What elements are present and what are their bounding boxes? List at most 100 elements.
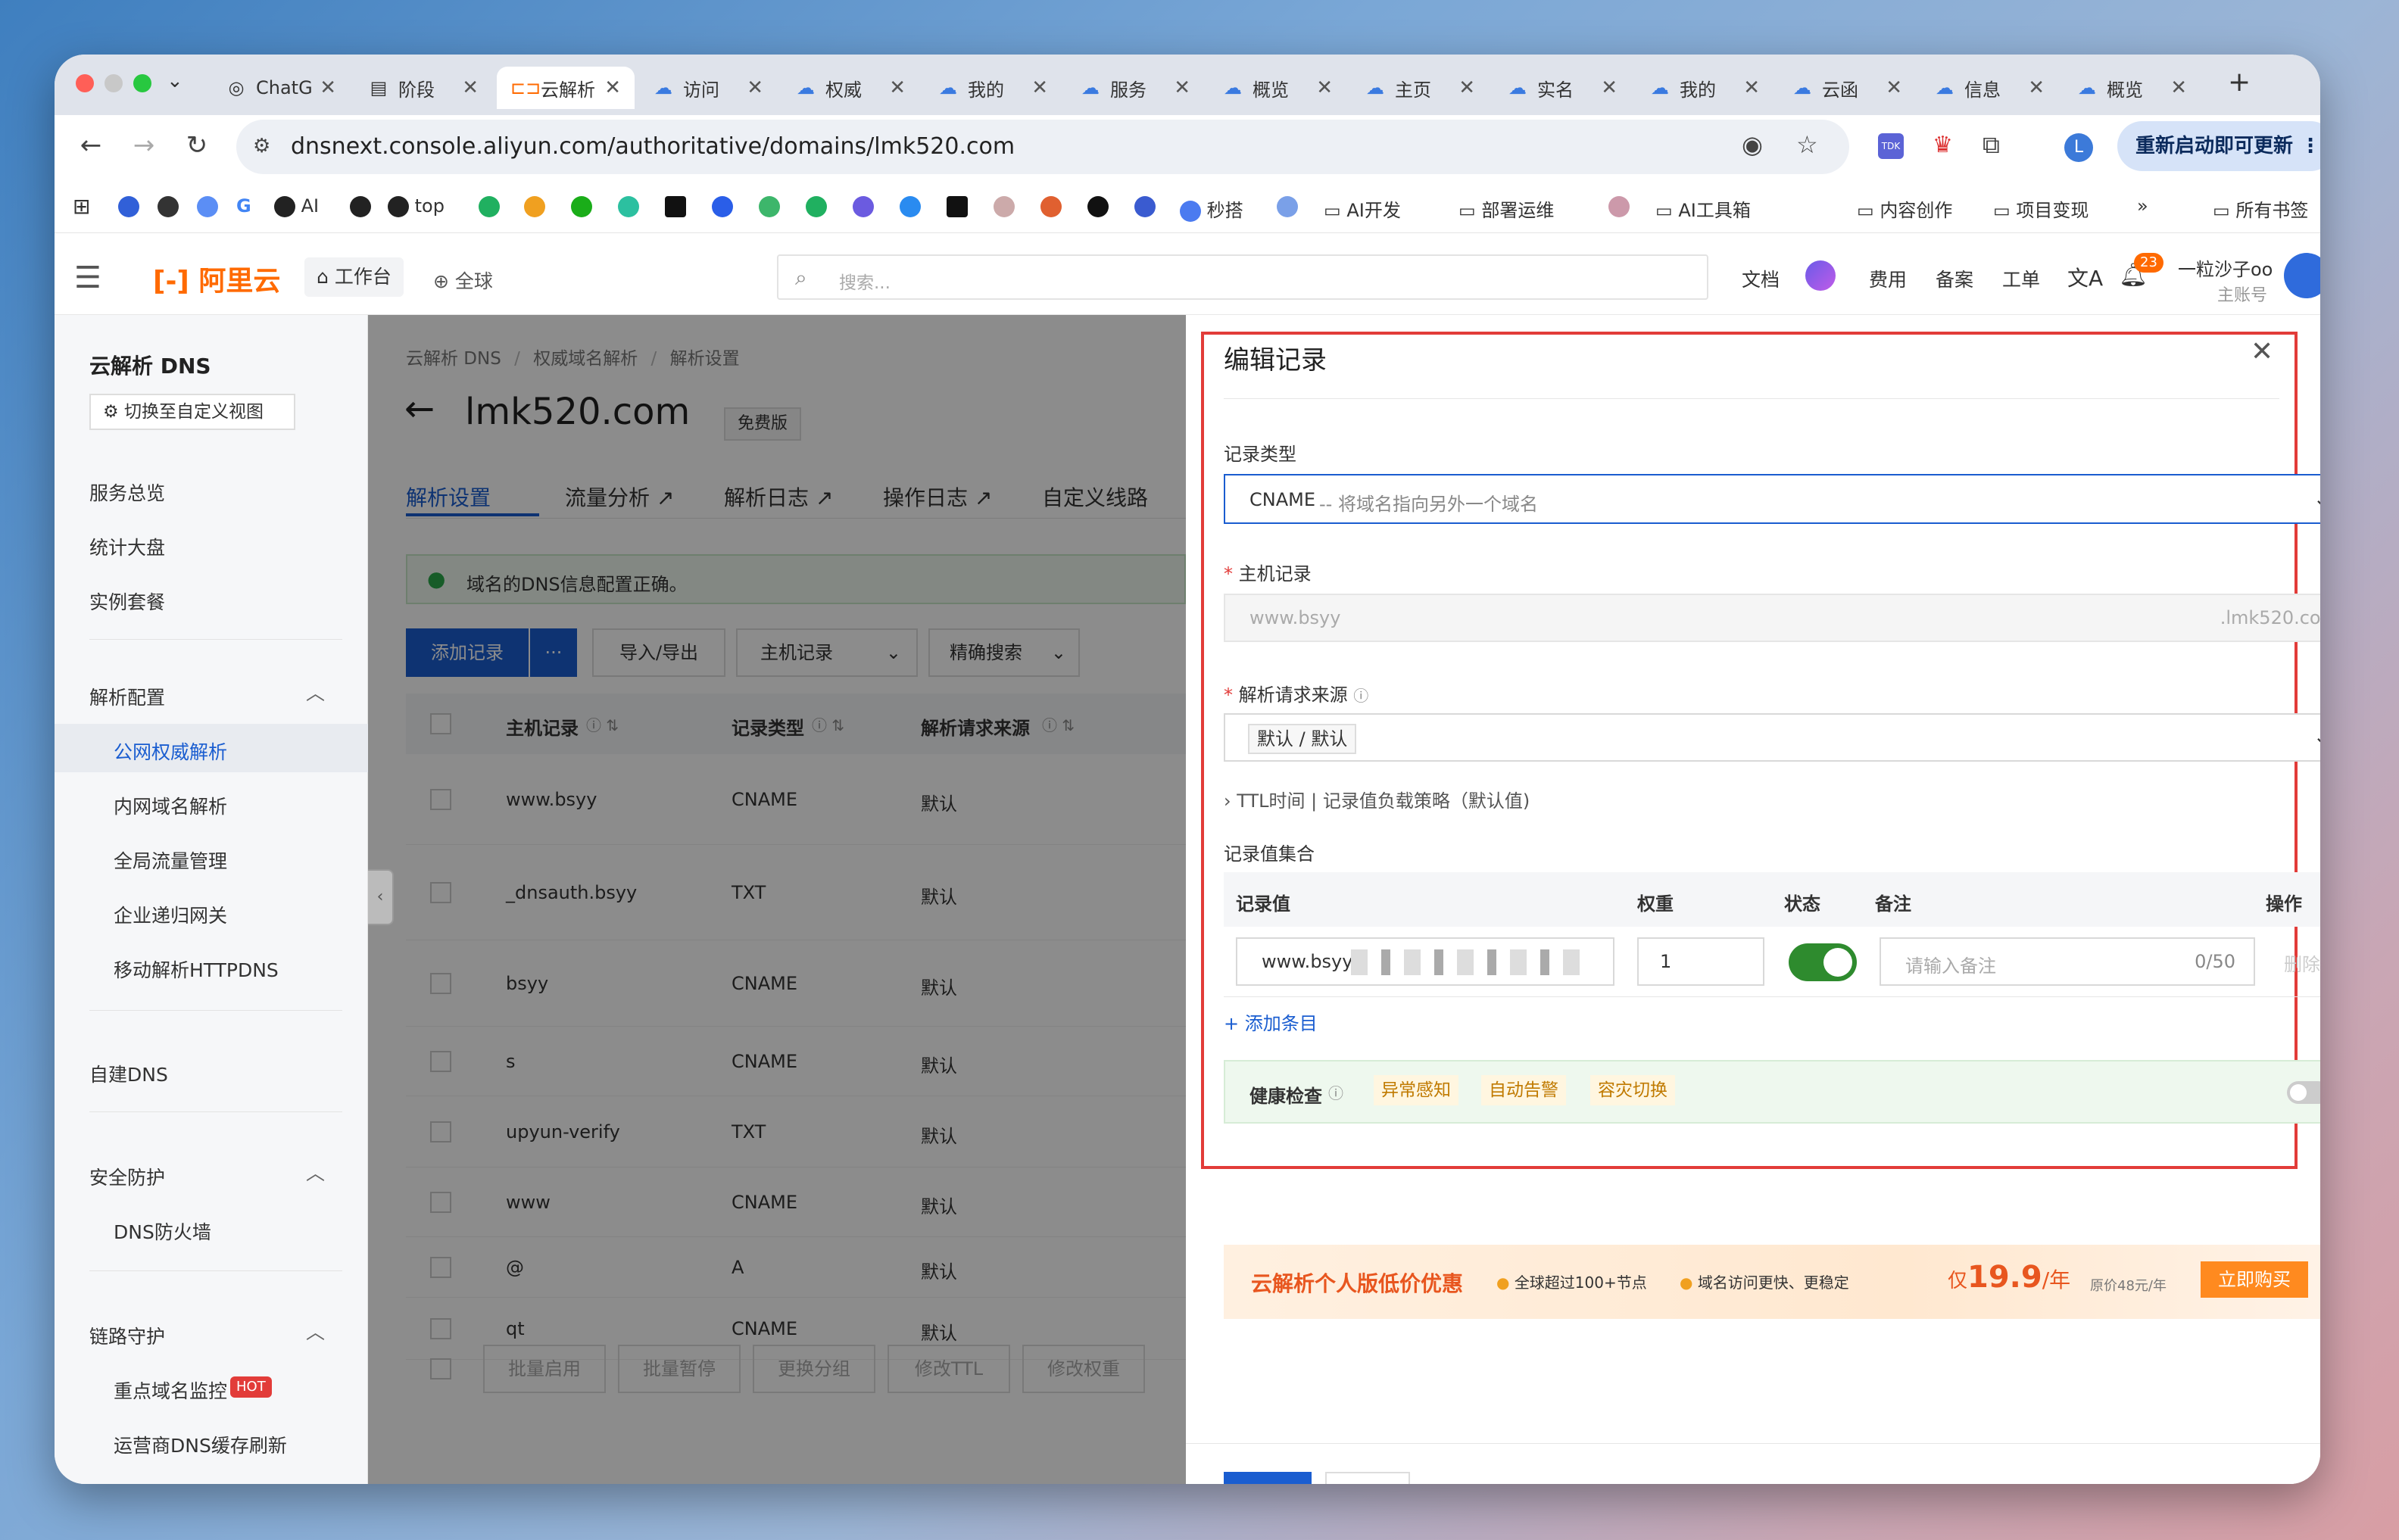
add-entry-button[interactable]: + 添加条目 <box>1224 1008 1318 1035</box>
eye-off-icon[interactable]: ◉ <box>1742 130 1763 159</box>
ai-assistant-icon[interactable] <box>1805 260 1836 291</box>
header-link-docs[interactable]: 文档 <box>1742 265 1780 292</box>
tab-close-icon[interactable]: ✕ <box>1886 76 1902 99</box>
tab-4[interactable]: ☁ 权威 ✕ <box>781 67 919 109</box>
bookmark-folder-content[interactable]: ▭ 内容创作 <box>1857 195 1952 222</box>
sidebar-item-private-zone[interactable]: 内网域名解析 <box>114 792 227 819</box>
reload-button[interactable]: ↻ <box>179 130 215 161</box>
bookmark-z[interactable] <box>350 195 371 217</box>
status-toggle[interactable] <box>1789 943 1857 981</box>
bookmark-blue[interactable] <box>712 195 733 217</box>
tab-close-icon[interactable]: ✕ <box>1601 76 1618 99</box>
tab-close-icon[interactable]: ✕ <box>604 76 621 99</box>
tab-close-icon[interactable]: ✕ <box>1458 76 1475 99</box>
header-link-ticket[interactable]: 工单 <box>2002 265 2040 292</box>
bookmark-google[interactable]: G <box>236 195 251 217</box>
sidebar-group-config[interactable]: 解析配置 <box>89 683 165 710</box>
bookmark-folder-ai-dev[interactable]: ▭ AI开发 <box>1324 195 1401 222</box>
aliyun-logo[interactable]: [-] 阿里云 <box>153 259 280 298</box>
bookmark-avatar2[interactable] <box>1608 195 1630 217</box>
tab-close-icon[interactable]: ✕ <box>1743 76 1760 99</box>
tab-13[interactable]: ☁ 概览 ✕ <box>2063 67 2201 109</box>
tab-12[interactable]: ☁ 信息 ✕ <box>1920 67 2058 109</box>
tab-0[interactable]: ◎ ChatGPT ✕ <box>212 67 350 109</box>
tab-close-icon[interactable]: ✕ <box>1031 76 1048 99</box>
tab-close-icon[interactable]: ✕ <box>747 76 763 99</box>
bookmark-x[interactable] <box>665 195 686 217</box>
tab-5[interactable]: ☁ 我的 ✕ <box>924 67 1062 109</box>
tab-close-icon[interactable]: ✕ <box>2170 76 2187 99</box>
site-info-icon[interactable]: ⚙ <box>253 135 270 157</box>
extension-red-icon[interactable]: ♛ <box>1933 132 1953 158</box>
tab-1[interactable]: ▤ 阶段 ✕ <box>354 67 492 109</box>
region-selector[interactable]: ⊕ 全球 <box>433 267 493 294</box>
console-search[interactable]: ⌕ 搜索... <box>777 254 1708 300</box>
record-value-input[interactable]: www.bsyy <box>1236 937 1614 986</box>
sidebar-group-link[interactable]: 链路守护 <box>89 1322 165 1349</box>
chevron-up-icon[interactable]: ︿ <box>306 1317 325 1345</box>
sidebar-item-overview[interactable]: 服务总览 <box>89 479 165 506</box>
switch-view-button[interactable]: ⚙ 切换至自定义视图 <box>89 394 295 430</box>
forward-button[interactable]: → <box>126 130 162 161</box>
bookmark-cloud[interactable] <box>1277 195 1298 217</box>
cancel-button[interactable]: 取消 <box>1325 1472 1410 1484</box>
bookmark-bird[interactable] <box>900 195 921 217</box>
sidebar-item-instances[interactable]: 实例套餐 <box>89 588 165 615</box>
modal-overlay[interactable] <box>368 315 1186 1484</box>
record-type-select[interactable]: CNAME -- 将域名指向另外一个域名 ⌄ <box>1224 474 2320 524</box>
tab-6[interactable]: ☁ 服务 ✕ <box>1066 67 1204 109</box>
sidebar-item-recursive[interactable]: 企业递归网关 <box>114 901 227 928</box>
bookmark-chart[interactable] <box>524 195 545 217</box>
menu-icon[interactable]: ☰ <box>74 260 101 295</box>
profile-avatar[interactable]: L <box>2064 133 2093 162</box>
extension-tdk-icon[interactable]: TDK <box>1878 133 1904 159</box>
sidebar-item-dns-firewall[interactable]: DNS防火墙 <box>114 1217 211 1245</box>
bookmark-green2[interactable] <box>806 195 827 217</box>
bookmark-folder-deploy[interactable]: ▭ 部署运维 <box>1458 195 1554 222</box>
bookmark-star-icon[interactable]: ☆ <box>1796 130 1818 159</box>
bookmark-avatar1[interactable] <box>994 195 1015 217</box>
minimize-window-button[interactable] <box>105 74 123 92</box>
bookmarks-overflow-icon[interactable]: » <box>2137 195 2148 217</box>
bookmark-green1[interactable] <box>479 195 500 217</box>
sidebar-group-security[interactable]: 安全防护 <box>89 1163 165 1190</box>
bookmark-paw[interactable] <box>118 195 139 217</box>
sidebar-collapse-toggle[interactable]: ‹ <box>368 869 394 925</box>
bookmark-dark[interactable] <box>1087 195 1109 217</box>
chevron-up-icon[interactable]: ︿ <box>306 678 325 706</box>
back-button[interactable]: ← <box>73 130 109 161</box>
bookmark-ring[interactable] <box>618 195 639 217</box>
sidebar-item-gtm[interactable]: 全局流量管理 <box>114 846 227 874</box>
address-bar[interactable]: ⚙ dnsnext.console.aliyun.com/authoritati… <box>236 120 1849 174</box>
apps-grid-icon[interactable]: ⊞ <box>73 194 90 219</box>
close-window-button[interactable] <box>76 74 94 92</box>
remark-input[interactable]: 请输入备注 0/50 <box>1880 937 2255 986</box>
user-name[interactable]: 一粒沙子oo <box>2178 254 2273 281</box>
bookmark-k[interactable] <box>947 195 968 217</box>
header-link-billing[interactable]: 费用 <box>1869 265 1907 292</box>
tab-2[interactable]: ⊏⊐ 云解析 ✕ <box>497 67 635 109</box>
tab-search-chevron-icon[interactable]: ⌄ <box>167 70 183 92</box>
chevron-up-icon[interactable]: ︿ <box>306 1158 325 1186</box>
user-avatar[interactable] <box>2284 253 2320 298</box>
sidebar-item-dashboard[interactable]: 统计大盘 <box>89 533 165 560</box>
tab-8[interactable]: ☁ 主页 ✕ <box>1351 67 1489 109</box>
advanced-settings-toggle[interactable]: › TTL时间 | 记录值负载策略（默认值) <box>1224 786 1530 812</box>
workbench-button[interactable]: ⌂ 工作台 <box>304 257 404 297</box>
bookmark-top[interactable]: top <box>388 195 445 217</box>
bookmark-folder-monetize[interactable]: ▭ 项目变现 <box>1993 195 2089 222</box>
sidebar-item-custom-dns[interactable]: 自建DNS <box>89 1060 168 1087</box>
bookmark-miaoda[interactable]: 秒搭 <box>1180 195 1243 222</box>
sidebar-item-httpdns[interactable]: 移动解析HTTPDNS <box>114 955 279 983</box>
bookmark-folder-all[interactable]: ▭ 所有书签 <box>2213 195 2308 222</box>
tab-close-icon[interactable]: ✕ <box>320 76 336 99</box>
sidebar-item-cache-refresh[interactable]: 运营商DNS缓存刷新 <box>114 1431 287 1458</box>
confirm-button[interactable]: 确定 <box>1224 1472 1312 1484</box>
source-select[interactable]: 默认 / 默认 ⌄ <box>1224 713 2320 762</box>
zoom-window-button[interactable] <box>133 74 151 92</box>
bookmark-gemini[interactable] <box>197 195 218 217</box>
tab-close-icon[interactable]: ✕ <box>462 76 479 99</box>
tab-close-icon[interactable]: ✕ <box>889 76 906 99</box>
bookmark-purple[interactable] <box>853 195 874 217</box>
bookmark-wechat[interactable] <box>571 195 592 217</box>
